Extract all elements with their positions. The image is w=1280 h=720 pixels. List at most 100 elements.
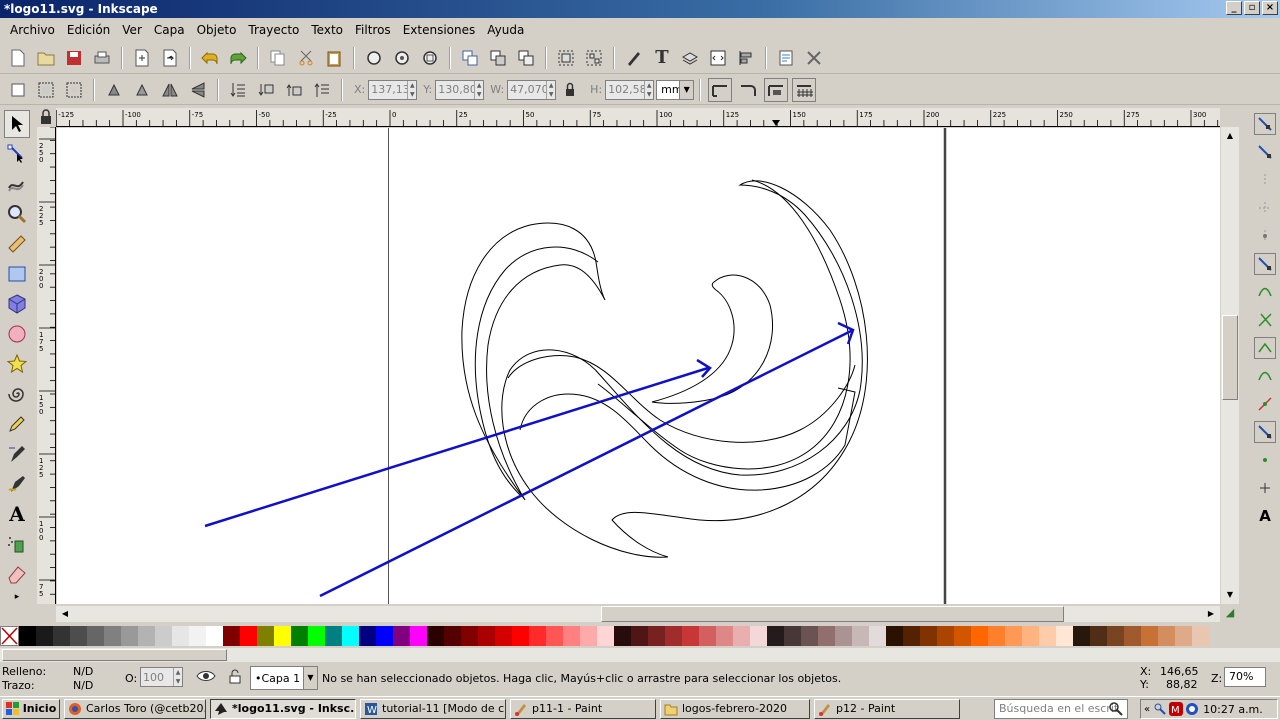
text-font-icon[interactable]: T — [650, 46, 674, 70]
cut-icon[interactable] — [294, 46, 318, 70]
color-swatch[interactable] — [1192, 626, 1209, 646]
color-swatch[interactable] — [801, 626, 818, 646]
color-swatch[interactable] — [563, 626, 580, 646]
color-swatch[interactable] — [1124, 626, 1141, 646]
color-swatch[interactable] — [767, 626, 784, 646]
select-all-layers-icon[interactable] — [34, 78, 58, 102]
mcafee-icon[interactable]: M — [1169, 702, 1184, 716]
lower-icon[interactable] — [254, 78, 278, 102]
menu-extensiones[interactable]: Extensiones — [397, 21, 482, 39]
menu-texto[interactable]: Texto — [305, 21, 349, 39]
drawing-canvas[interactable] — [57, 128, 1220, 604]
vertical-scrollbar[interactable]: ▲ ▼ — [1221, 127, 1239, 604]
undo-icon[interactable] — [198, 46, 222, 70]
copy-icon[interactable] — [266, 46, 290, 70]
move-patterns-icon[interactable] — [792, 77, 817, 102]
close-button[interactable]: × — [1262, 1, 1278, 15]
color-swatch[interactable] — [903, 626, 920, 646]
layer-visibility-eye-icon[interactable] — [196, 668, 216, 687]
palette-scrollbar[interactable] — [0, 648, 1280, 662]
color-swatch[interactable] — [19, 626, 36, 646]
task-firefox[interactable]: Carlos Toro (@cetb20... — [64, 698, 206, 719]
layers-icon[interactable] — [678, 46, 702, 70]
color-swatch[interactable] — [597, 626, 614, 646]
search-icon[interactable] — [1108, 701, 1124, 720]
color-swatch[interactable] — [1175, 626, 1192, 646]
color-swatch[interactable] — [920, 626, 937, 646]
color-swatch[interactable] — [53, 626, 70, 646]
horizontal-scrollbar[interactable]: ◀ ▶ — [56, 606, 1220, 622]
zoom-selection-icon[interactable] — [362, 46, 386, 70]
w-input[interactable] — [508, 83, 547, 96]
snap-bbox-icon[interactable] — [1254, 141, 1276, 163]
color-swatch[interactable] — [189, 626, 206, 646]
color-swatch[interactable] — [818, 626, 835, 646]
logo-top-wave[interactable] — [461, 222, 606, 501]
color-swatch[interactable] — [257, 626, 274, 646]
color-swatch[interactable] — [614, 626, 631, 646]
color-swatch[interactable] — [648, 626, 665, 646]
snap-midpoints-icon[interactable] — [1254, 393, 1276, 415]
color-swatch[interactable] — [1158, 626, 1175, 646]
network-icon[interactable] — [1153, 702, 1167, 716]
print-icon[interactable] — [90, 46, 114, 70]
color-swatch[interactable] — [1056, 626, 1073, 646]
color-swatch[interactable] — [699, 626, 716, 646]
clone-icon[interactable] — [486, 46, 510, 70]
save-icon[interactable] — [62, 46, 86, 70]
color-swatch[interactable] — [342, 626, 359, 646]
x-field[interactable]: ▲▼ — [368, 79, 418, 100]
opacity-spin-arrows[interactable]: ▲ ▼ — [173, 668, 182, 686]
color-swatch[interactable] — [87, 626, 104, 646]
color-swatch[interactable] — [70, 626, 87, 646]
antivirus-shield-icon[interactable] — [1185, 702, 1199, 716]
color-swatch[interactable] — [529, 626, 546, 646]
color-swatch[interactable] — [665, 626, 682, 646]
align-distribute-icon[interactable] — [734, 46, 758, 70]
select-all-icon[interactable] — [6, 78, 30, 102]
flip-horizontal-icon[interactable] — [158, 78, 182, 102]
snap-smooth-icon[interactable] — [1254, 365, 1276, 387]
snap-bbox-mid-icon[interactable] — [1254, 225, 1276, 247]
color-swatch[interactable] — [104, 626, 121, 646]
flip-vertical-icon[interactable] — [186, 78, 210, 102]
opacity-field[interactable]: ▲▼ — [140, 667, 183, 687]
paste-icon[interactable] — [322, 46, 346, 70]
color-swatch[interactable] — [937, 626, 954, 646]
spiral-tool-icon[interactable] — [4, 380, 30, 408]
preferences-icon[interactable] — [802, 46, 826, 70]
fill-stroke-icon[interactable] — [622, 46, 646, 70]
xml-editor-icon[interactable] — [706, 46, 730, 70]
color-swatch[interactable] — [308, 626, 325, 646]
node-tool-icon[interactable] — [4, 140, 30, 168]
color-swatch[interactable] — [1005, 626, 1022, 646]
snap-intersections-icon[interactable] — [1254, 309, 1276, 331]
snap-bbox-edge-icon[interactable] — [1254, 169, 1276, 191]
no-color-swatch[interactable] — [0, 626, 19, 646]
ellipse-tool-icon[interactable] — [4, 320, 30, 348]
color-swatch[interactable] — [376, 626, 393, 646]
color-swatch[interactable] — [495, 626, 512, 646]
star-tool-icon[interactable] — [4, 350, 30, 378]
unlink-clone-icon[interactable] — [514, 46, 538, 70]
color-swatch[interactable] — [121, 626, 138, 646]
eraser-tool-icon[interactable] — [4, 560, 30, 588]
snap-cusp-icon[interactable] — [1254, 337, 1276, 359]
menu-ayuda[interactable]: Ayuda — [481, 21, 530, 39]
color-swatch[interactable] — [223, 626, 240, 646]
open-icon[interactable] — [34, 46, 58, 70]
snap-center-icon[interactable] — [1254, 449, 1276, 471]
rectangle-tool-icon[interactable] — [4, 260, 30, 288]
color-swatch[interactable] — [733, 626, 750, 646]
color-swatch[interactable] — [954, 626, 971, 646]
raise-icon[interactable] — [282, 78, 306, 102]
raise-to-top-icon[interactable] — [310, 78, 334, 102]
rotate-cw-icon[interactable] — [130, 78, 154, 102]
spray-tool-icon[interactable] — [4, 530, 30, 558]
menu-objeto[interactable]: Objeto — [191, 21, 243, 39]
color-swatch[interactable] — [478, 626, 495, 646]
color-swatch[interactable] — [1022, 626, 1039, 646]
color-swatch[interactable] — [546, 626, 563, 646]
y-input[interactable] — [436, 83, 475, 96]
snap-paths-icon[interactable] — [1254, 281, 1276, 303]
